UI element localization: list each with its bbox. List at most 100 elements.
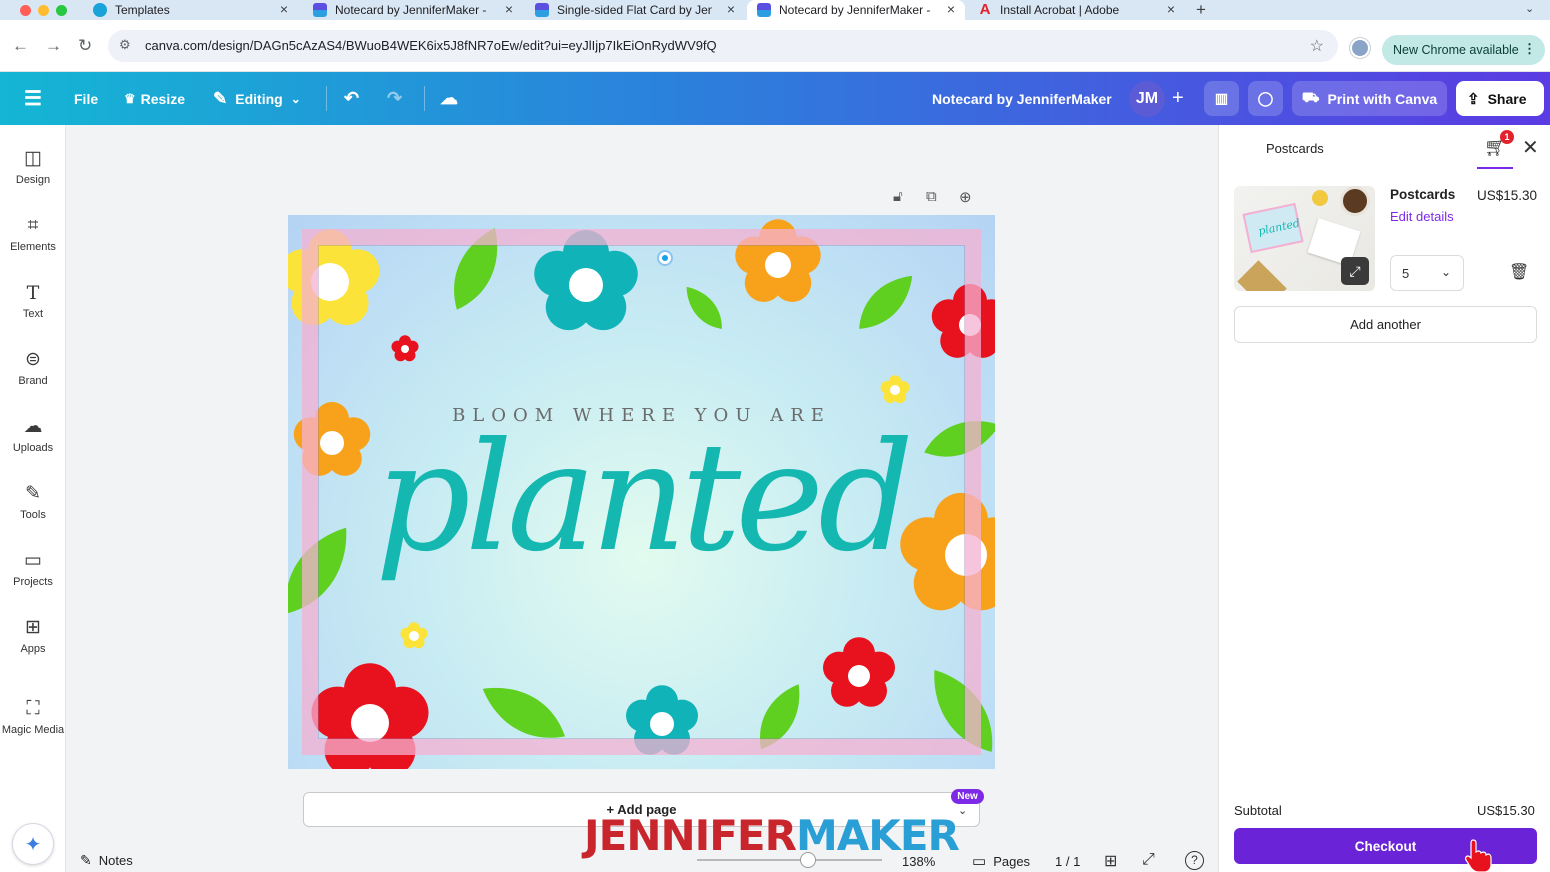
browser-tab[interactable]: A Install Acrobat | Adobe ×	[970, 0, 1185, 20]
site-info-icon[interactable]: ⚙	[119, 37, 131, 53]
notes-label: Notes	[98, 853, 133, 868]
coffee-cup-image	[1340, 186, 1370, 216]
redo-icon[interactable]: ↷	[387, 72, 402, 125]
sidebar-item-elements[interactable]: ⌗ Elements	[0, 214, 66, 270]
headline-text[interactable]: planted	[288, 413, 995, 583]
tab-search-chevron-icon[interactable]: ⌄	[1525, 2, 1534, 15]
sidebar-item-projects[interactable]: ▭ Projects	[0, 549, 66, 605]
sparkle-icon: ✦	[24, 833, 42, 856]
back-arrow-icon[interactable]: ←	[12, 36, 29, 56]
duplicate-icon[interactable]: ⧉	[926, 188, 937, 205]
sidebar-item-label: Elements	[10, 241, 56, 253]
pages-label: Pages	[993, 853, 1031, 869]
editing-mode-dropdown[interactable]: ✎ Editing ⌄	[213, 72, 301, 125]
help-icon[interactable]: ?	[1185, 851, 1204, 870]
sidebar-item-design[interactable]: ◫ Design	[0, 147, 66, 203]
sidebar-item-label: Projects	[13, 576, 53, 588]
url-field[interactable]: ⚙ canva.com/design/DAGn5cAzAS4/BWuoB4WEK…	[108, 30, 1338, 62]
crown-icon: ♛	[124, 90, 136, 106]
add-another-button[interactable]: Add another	[1234, 306, 1537, 343]
add-page-icon[interactable]: ⊕	[959, 188, 972, 206]
window-minimize-button[interactable]	[38, 5, 49, 16]
bookmark-star-icon[interactable]: ☆	[1310, 36, 1324, 56]
browser-tab[interactable]: Notecard by JenniferMaker - ×	[305, 0, 523, 20]
trash-icon[interactable]: 🗑︎	[1509, 262, 1529, 282]
sidebar-item-label: Design	[15, 174, 51, 186]
bar-chart-icon: ▥	[1214, 90, 1229, 106]
chrome-update-label: New Chrome available	[1393, 43, 1519, 57]
site-favicon-icon	[535, 3, 549, 17]
profile-avatar[interactable]	[1350, 38, 1370, 58]
editing-label: Editing	[235, 90, 283, 107]
tab-close-icon[interactable]: ×	[280, 1, 288, 17]
magic-media-icon: ⛶	[26, 698, 40, 719]
sidebar-item-apps[interactable]: ⊞ Apps	[0, 616, 66, 672]
hamburger-menu-icon[interactable]: ☰	[24, 72, 42, 125]
sidebar-item-magic-media[interactable]: ⛶ Magic Media	[0, 697, 66, 753]
browser-tab[interactable]: Templates ×	[83, 0, 298, 20]
undo-icon[interactable]: ↶	[344, 72, 359, 125]
tab-close-icon[interactable]: ×	[947, 1, 955, 17]
product-name: Postcards	[1390, 187, 1456, 202]
subtotal-value: US$15.30	[1477, 803, 1535, 818]
cart-count-badge: 1	[1500, 130, 1514, 144]
left-sidebar: ◫ Design ⌗ Elements T Text ⊜ Brand ☁ Upl…	[0, 125, 66, 872]
rotate-handle[interactable]	[657, 250, 673, 266]
adobe-favicon-icon: A	[979, 1, 991, 18]
lock-icon[interactable]: 🔓︎	[893, 188, 903, 205]
insights-button[interactable]: ▥	[1204, 81, 1239, 116]
forward-arrow-icon[interactable]: →	[45, 36, 62, 56]
more-menu-icon[interactable]: ⋮	[1523, 41, 1536, 57]
lemon-image	[1312, 190, 1328, 206]
expand-icon[interactable]: ⤢	[1341, 257, 1369, 285]
grid-view-icon[interactable]: ⊞	[1104, 851, 1117, 871]
edit-details-link[interactable]: Edit details	[1390, 209, 1454, 224]
sidebar-item-text[interactable]: T Text	[0, 281, 66, 337]
add-page-chevron-icon[interactable]: ⌄	[958, 804, 967, 817]
pencil-icon: ✎	[213, 88, 228, 108]
cloud-saved-icon[interactable]: ☁	[440, 72, 458, 125]
tab-close-icon[interactable]: ×	[1167, 1, 1175, 17]
sidebar-item-brand[interactable]: ⊜ Brand	[0, 348, 66, 404]
chrome-update-button[interactable]: New Chrome available ⋮	[1382, 35, 1545, 65]
watermark-part-1: JENNIFER	[584, 811, 797, 860]
print-with-canva-button[interactable]: ⛟ Print with Canva	[1292, 81, 1447, 116]
quantity-select[interactable]: 5 ⌄	[1390, 255, 1464, 291]
browser-tab-active[interactable]: Notecard by JenniferMaker - ×	[747, 0, 965, 20]
quantity-value: 5	[1402, 265, 1410, 281]
window-zoom-button[interactable]	[56, 5, 67, 16]
hand-pointer-cursor-icon	[1465, 839, 1492, 872]
toolbar-divider	[326, 86, 327, 111]
resize-button[interactable]: ♛ Resize	[124, 72, 185, 125]
sidebar-item-label: Text	[22, 308, 44, 320]
file-menu[interactable]: File	[74, 72, 98, 125]
pages-button[interactable]: ▭ Pages	[972, 852, 1030, 870]
plus-icon[interactable]: +	[1196, 0, 1206, 20]
close-icon[interactable]: ✕	[1522, 135, 1539, 160]
magic-assistant-button[interactable]: ✦	[12, 823, 54, 865]
sidebar-item-tools[interactable]: ✎ Tools	[0, 482, 66, 538]
share-label: Share	[1487, 90, 1527, 107]
avatar[interactable]: JM	[1129, 81, 1165, 117]
design-canvas[interactable]: BLOOM WHERE YOU ARE planted	[288, 215, 995, 769]
sidebar-item-uploads[interactable]: ☁ Uploads	[0, 415, 66, 471]
invite-plus-icon[interactable]: +	[1172, 72, 1184, 125]
comments-button[interactable]: ◯	[1248, 81, 1283, 116]
browser-tab[interactable]: Single-sided Flat Card by Jen ×	[527, 0, 745, 20]
product-thumbnail[interactable]: planted ⤢	[1234, 186, 1375, 291]
card-preview: planted	[1242, 202, 1304, 254]
tab-close-icon[interactable]: ×	[505, 1, 513, 17]
editor-toolbar: ☰ File ♛ Resize ✎ Editing ⌄ ↶ ↷ ☁ Noteca…	[0, 72, 1550, 125]
tab-title: Notecard by JenniferMaker -	[779, 3, 931, 17]
tab-close-icon[interactable]: ×	[727, 1, 735, 17]
window-close-button[interactable]	[20, 5, 31, 16]
design-title[interactable]: Notecard by JenniferMaker	[932, 72, 1112, 125]
url-text: canva.com/design/DAGn5cAzAS4/BWuoB4WEK6i…	[145, 38, 717, 53]
share-button[interactable]: ⇪ Share	[1456, 81, 1544, 116]
fullscreen-icon[interactable]: ⤢	[1142, 851, 1155, 869]
chevron-down-icon: ⌄	[1440, 265, 1451, 279]
notes-button[interactable]: ✎ Notes	[80, 852, 133, 869]
card-preview-text: planted	[1257, 216, 1302, 238]
notes-icon: ✎	[80, 852, 92, 868]
reload-icon[interactable]: ↻	[78, 36, 92, 56]
